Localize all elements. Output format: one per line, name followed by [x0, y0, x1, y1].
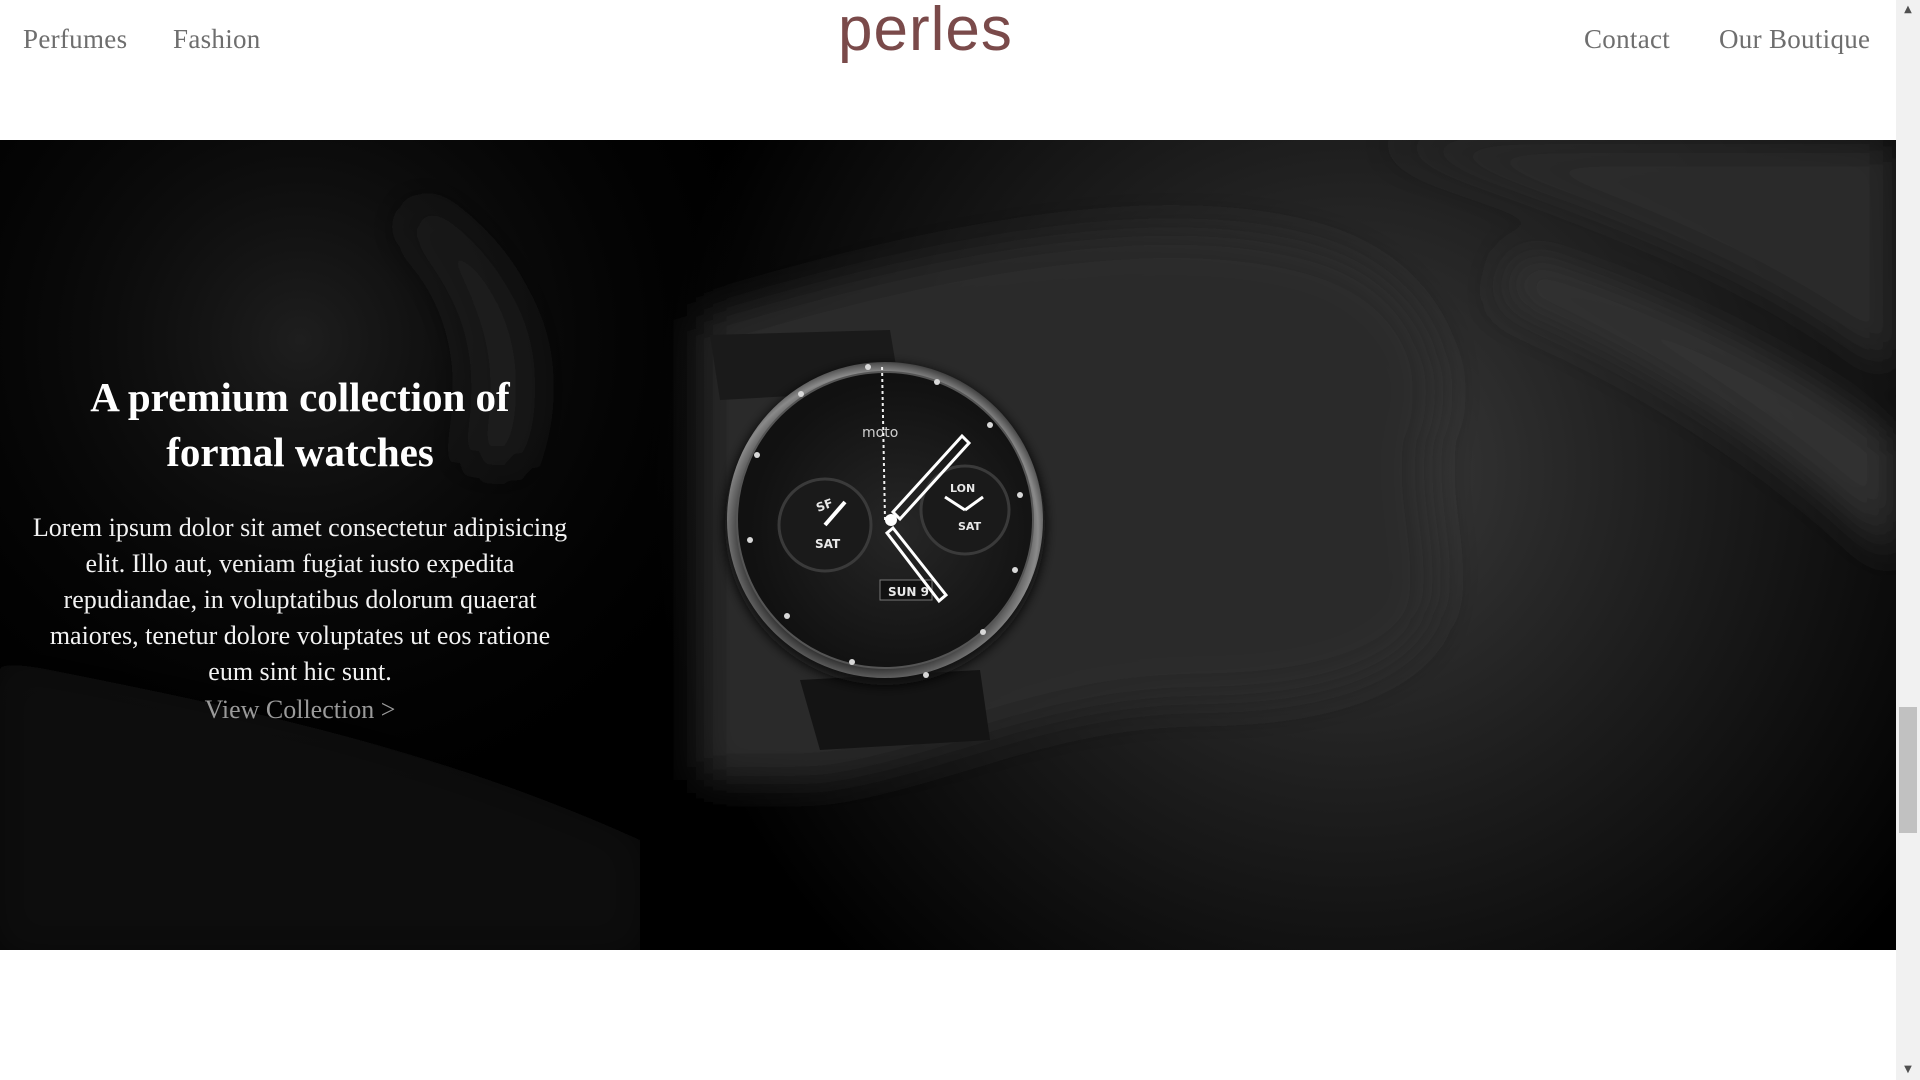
view-collection-link[interactable]: View Collection >	[205, 692, 396, 728]
nav-link-our-boutique[interactable]: Our Boutique	[1719, 24, 1870, 55]
hero-banner: SF SAT LON SAT moto SUN 9 A premium coll…	[0, 140, 1896, 950]
vertical-scrollbar[interactable]: ▲ ▼	[1896, 0, 1920, 1080]
watch-face: SF SAT LON SAT moto SUN 9	[725, 362, 1045, 685]
left-subdial-day: SAT	[815, 537, 841, 551]
right-subdial-city: LON	[950, 482, 975, 495]
hero-description: Lorem ipsum dolor sit amet consectetur a…	[32, 513, 568, 686]
nav-link-fashion[interactable]: Fashion	[173, 24, 261, 55]
right-subdial-day: SAT	[958, 520, 982, 533]
nav-link-perfumes[interactable]: Perfumes	[23, 24, 127, 55]
hero-title: A premium collection of formal watches	[90, 374, 510, 475]
nav-link-contact[interactable]: Contact	[1584, 24, 1670, 55]
page: Perfumes Fashion perles Contact Our Bout…	[0, 0, 1920, 1080]
hero-content: A premium collection of formal watches L…	[30, 370, 570, 728]
watch-date: SUN 9	[888, 585, 929, 599]
triangle-up-icon[interactable]: ▲	[1896, 0, 1920, 20]
site-logo[interactable]: perles	[838, 0, 1013, 65]
watch-brand: moto	[862, 425, 898, 441]
scrollbar-thumb[interactable]	[1899, 707, 1917, 833]
site-header: Perfumes Fashion perles Contact Our Bout…	[0, 0, 1896, 140]
triangle-down-icon[interactable]: ▼	[1896, 1060, 1920, 1080]
